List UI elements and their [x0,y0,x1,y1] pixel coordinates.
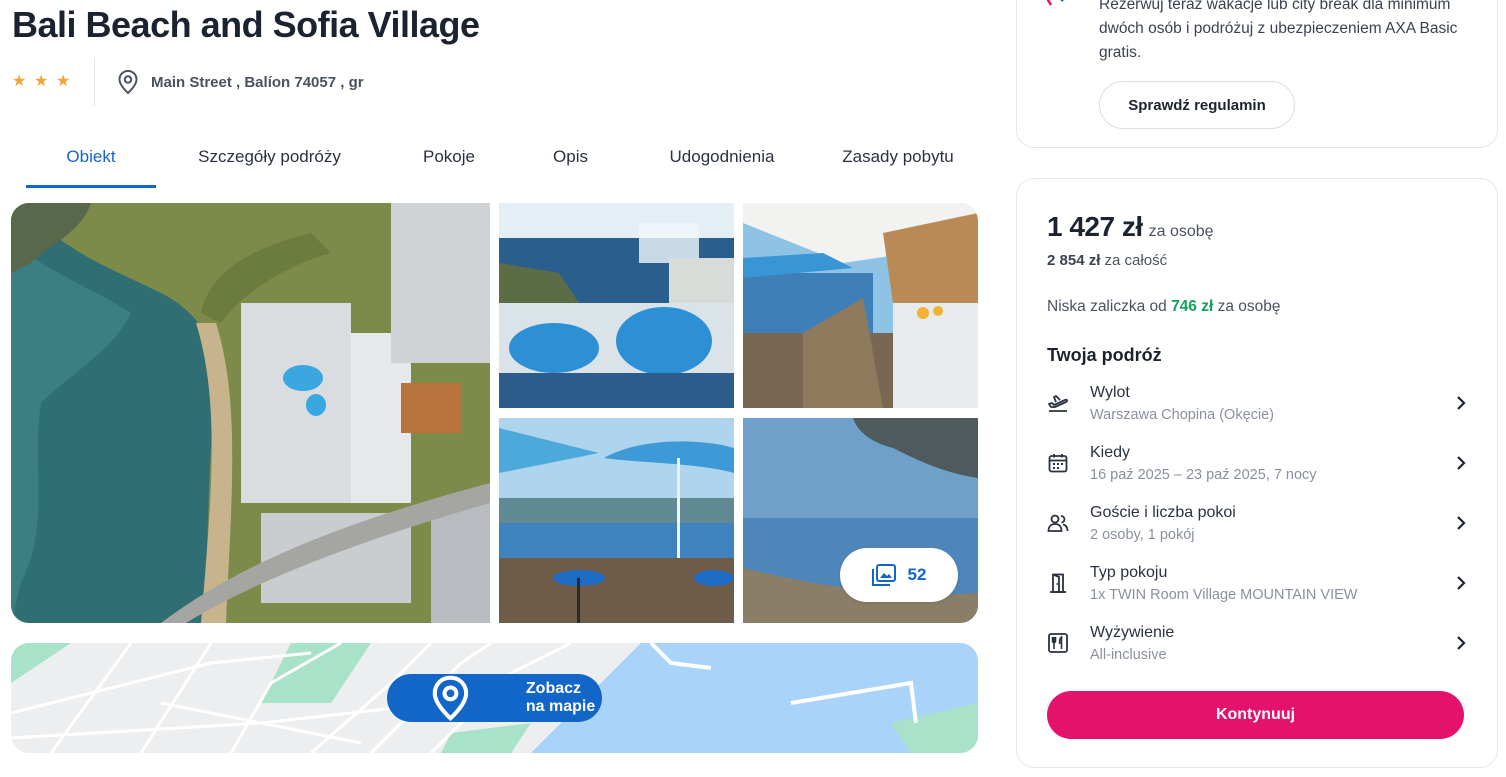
photo-gallery: 52 [11,203,978,623]
promo-text: Rezerwuj teraz wakacje lub city break dl… [1099,0,1458,61]
trip-item-value: 1x TWIN Room Village MOUNTAIN VIEW [1090,586,1358,603]
price-value: 1 427 zł [1047,211,1143,242]
address-text: Main Street , Balíon 74057 , gr [151,73,364,91]
trip-item-label: Wyżywienie [1090,623,1175,641]
show-on-map-button[interactable]: Zobacz na mapie [387,674,602,722]
chevron-right-icon [1457,396,1466,410]
hotel-meta-row: ★ ★ ★ Main Street , Balíon 74057 , gr [12,58,364,106]
insurance-promo-card: Rezerwuj teraz wakacje lub city break dl… [1016,0,1498,148]
star-icon: ★ [34,73,49,90]
price-total: 2 854 zł za całość [1047,252,1167,269]
gallery-photo-umbrellas[interactable] [499,418,734,623]
trip-item-dates[interactable]: Kiedy 16 paź 2025 – 23 paź 2025, 7 nocy [1047,437,1467,489]
tab-zasady-pobytu[interactable]: Zasady pobytu [818,136,978,188]
cutlery-icon [1047,632,1069,654]
trip-item-value: 16 paź 2025 – 23 paź 2025, 7 nocy [1090,466,1317,483]
photo-count: 52 [907,565,927,584]
gallery-icon [871,564,896,586]
calendar-icon [1047,452,1069,474]
price-per-person: 1 427 zł za osobę [1047,211,1214,243]
total-price-value: 2 854 zł [1047,252,1101,269]
star-icon: ★ [56,73,71,90]
promo-icon [1046,0,1064,6]
trip-item-value: All-inclusive [1090,646,1167,663]
trip-item-room-type[interactable]: Typ pokoju 1x TWIN Room Village MOUNTAIN… [1047,557,1467,609]
tab-pokoje[interactable]: Pokoje [383,136,515,188]
tab-bar: Obiekt Szczegóły podróży Pokoje Opis Udo… [26,136,978,188]
tab-obiekt[interactable]: Obiekt [26,136,156,188]
show-on-map-label: Zobacz na mapie [525,680,596,715]
star-icon: ★ [12,73,27,90]
deposit-prefix: Niska zaliczka od [1047,298,1167,315]
door-icon [1047,572,1069,594]
deposit-info: Niska zaliczka od 746 zł za osobę [1047,298,1281,316]
booking-summary-card: 1 427 zł za osobę 2 854 zł za całość Nis… [1016,178,1498,768]
star-rating: ★ ★ ★ [12,74,94,90]
continue-button[interactable]: Kontynuuj [1047,691,1464,739]
total-price-unit: za całość [1104,252,1168,269]
location-pin-icon [432,675,469,722]
hotel-address: Main Street , Balíon 74057 , gr [117,69,364,95]
chevron-right-icon [1457,636,1466,650]
price-unit: za osobę [1148,223,1214,240]
trip-item-label: Kiedy [1090,443,1131,461]
trip-item-value: 2 osoby, 1 pokój [1090,526,1195,543]
chevron-right-icon [1457,456,1466,470]
divider [94,58,95,106]
check-rules-button[interactable]: Sprawdź regulamin [1099,81,1295,129]
trip-item-departure[interactable]: Wylot Warszawa Chopina (Okęcie) [1047,377,1467,429]
tab-udogodnienia[interactable]: Udogodnienia [626,136,818,188]
trip-section-title: Twoja podróż [1047,345,1162,365]
photo-count-button[interactable]: 52 [840,548,958,602]
deposit-amount: 746 zł [1171,298,1214,315]
chevron-right-icon [1457,516,1466,530]
guests-icon [1047,512,1069,534]
chevron-right-icon [1457,576,1466,590]
tab-szczegoly-podrozy[interactable]: Szczegóły podróży [156,136,383,188]
tab-opis[interactable]: Opis [515,136,626,188]
deposit-suffix: za osobę [1217,298,1281,315]
trip-item-label: Typ pokoju [1090,563,1168,581]
trip-item-guests[interactable]: Goście i liczba pokoi 2 osoby, 1 pokój [1047,497,1467,549]
location-pin-icon [118,69,138,95]
hotel-title: Bali Beach and Sofia Village [12,4,480,45]
plane-takeoff-icon [1047,392,1069,414]
gallery-photo-main[interactable] [11,203,490,623]
gallery-photo-terrace[interactable] [743,203,978,408]
trip-item-board[interactable]: Wyżywienie All-inclusive [1047,617,1467,669]
trip-item-label: Goście i liczba pokoi [1090,503,1236,521]
gallery-photo-pool[interactable] [499,203,734,408]
trip-item-label: Wylot [1090,383,1130,401]
map-preview[interactable]: Zobacz na mapie [11,643,978,753]
trip-item-value: Warszawa Chopina (Okęcie) [1090,406,1274,423]
